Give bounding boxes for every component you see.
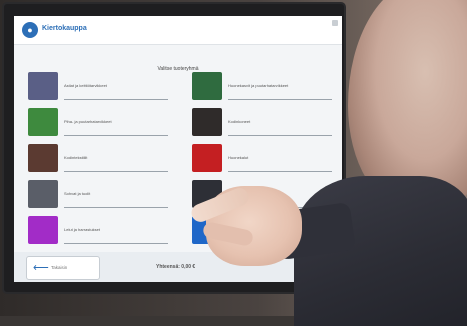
arrow-left-icon: ⟵ [33, 262, 49, 274]
toy-icon [28, 216, 58, 244]
category-label: Huonekasvit ja puutarhatarvikkeet [228, 83, 289, 88]
category-label: Huonekalut [228, 155, 249, 160]
category-tile[interactable]: Kodintekstiilit [28, 144, 168, 172]
divider [64, 243, 168, 244]
category-label: Sohvat ja tuolit [64, 191, 91, 196]
category-tile[interactable]: Sohvat ja tuolit [28, 180, 168, 208]
person [294, 0, 467, 326]
sofa-icon [28, 180, 58, 208]
divider [64, 135, 168, 136]
category-label: Kodinkoneet [228, 119, 251, 124]
top-bar: ● Kiertokauppa [14, 16, 342, 45]
divider [64, 207, 168, 208]
pan-icon [28, 72, 58, 100]
back-button[interactable]: ⟵ Takaisin [26, 256, 100, 280]
logo-icon: ● [22, 22, 38, 38]
appliance-icon [192, 108, 222, 136]
bottle-icon [28, 144, 58, 172]
category-tile[interactable]: Astiat ja keittiötarvikkeet [28, 72, 168, 100]
fence-icon [192, 144, 222, 172]
back-label: Takaisin [51, 265, 68, 270]
category-tile[interactable]: Lelut ja harrastukset [28, 216, 168, 244]
branch-icon [28, 108, 58, 136]
divider [64, 171, 168, 172]
category-tile[interactable]: Piha- ja puutarhatarvikkeet [28, 108, 168, 136]
category-label: Piha- ja puutarhatarvikkeet [64, 119, 112, 124]
category-label: Kodintekstiilit [64, 155, 88, 160]
logo-text: Kiertokauppa [42, 25, 87, 32]
divider [64, 99, 168, 100]
category-label: Lelut ja harrastukset [64, 227, 101, 232]
plant-icon [192, 72, 222, 100]
total-amount: Yhteensä: 0,00 € [156, 264, 196, 270]
category-label: Astiat ja keittiötarvikkeet [64, 83, 107, 88]
